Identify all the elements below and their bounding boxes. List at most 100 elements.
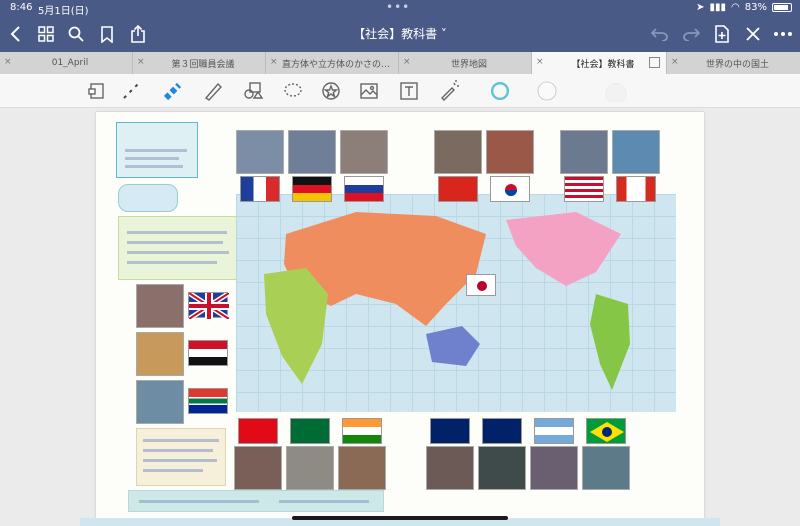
flag-brazil [586,418,626,444]
photo-egypt [136,332,184,376]
photo-russia [340,130,388,174]
search-icon[interactable] [64,22,88,46]
flag-uk [187,290,231,322]
photo-turkey [234,446,282,490]
photo-france [236,130,284,174]
share-icon[interactable] [126,22,150,46]
flag-korea [490,176,530,202]
footer-band [128,490,384,512]
tab-social-textbook[interactable]: × 【社会】教科書 [532,52,667,74]
explanation-box [118,216,238,280]
wifi-icon: ◠ [731,2,740,13]
north-america-shape [506,212,621,286]
flag-russia [344,176,384,202]
flag-south-africa [188,388,228,414]
photo-argentina [530,446,578,490]
tab-label: 01_April [51,58,89,68]
tab-label: 世界地図 [450,59,487,70]
speech-bubble [118,184,178,212]
africa-shape [264,268,328,384]
note-box [136,428,226,486]
south-america-shape [590,294,630,390]
text-tool-icon[interactable] [396,79,422,103]
home-indicator[interactable] [292,516,508,520]
laser-pointer-icon[interactable] [436,79,462,103]
flag-new-zealand [482,418,522,444]
tab-bar: × 01_April × 第３回職員会議 × 直方体や立方体のかさの… × 世界… [0,52,800,74]
battery-icon [772,3,792,12]
tab-cuboid-volume[interactable]: × 直方体や立方体のかさの… [266,52,399,74]
read-only-mode-icon[interactable] [84,79,110,103]
flag-japan [466,274,496,296]
continents [264,212,630,390]
photo-germany [288,130,336,174]
pen-color-ring[interactable] [486,77,514,105]
battery-percent: 83% [744,2,767,13]
flag-canada [616,176,656,202]
bookmark-icon[interactable] [95,22,119,46]
shapes-tool-icon[interactable] [240,79,266,103]
tab-close-icon[interactable]: × [137,57,145,67]
location-icon: ➤ [696,2,705,13]
flag-australia [430,418,470,444]
sticker-tool-icon[interactable] [318,79,344,103]
eraser-tool-icon[interactable] [200,79,226,103]
multitask-dots[interactable]: ••• [386,0,410,14]
highlighter-tool-icon[interactable] [160,79,186,103]
grid-icon[interactable] [34,22,58,46]
document-title[interactable]: 【社会】教科書 ˅ [320,25,480,42]
photo-brazil [582,446,630,490]
close-icon[interactable] [741,22,765,46]
tab-close-icon[interactable]: × [403,57,411,67]
tab-staff-meeting[interactable]: × 第３回職員会議 [133,52,266,74]
image-tool-icon[interactable] [356,79,382,103]
tab-label: 世界の中の国土 [705,59,769,70]
tab-01-april[interactable]: × 01_April [0,52,133,74]
tab-split-icon[interactable] [649,57,660,68]
photo-korea [486,130,534,174]
more-icon[interactable] [771,22,795,46]
top-bar: 8:46 5月1日(日) ••• ➤ ▮▮▮ ◠ 83% 【社会】教科書 ˅ [0,0,800,52]
lasso-tool-icon[interactable] [280,79,306,103]
textbook-page[interactable] [96,112,704,518]
redo-icon[interactable] [679,22,703,46]
flag-saudi-arabia [290,418,330,444]
signal-icon: ▮▮▮ [709,2,727,13]
flag-argentina [534,418,574,444]
tab-world-map[interactable]: × 世界地図 [399,52,532,74]
flag-germany [292,176,332,202]
caption-card [116,122,198,178]
tab-close-icon[interactable]: × [536,57,544,67]
new-page-icon[interactable] [710,22,734,46]
flag-egypt [188,340,228,366]
status-time: 8:46 [10,2,33,13]
tab-close-icon[interactable]: × [270,57,278,67]
photo-australia [426,446,474,490]
photo-china [434,130,482,174]
flag-usa [564,176,604,202]
photo-south-africa [136,380,184,424]
flag-india [342,418,382,444]
photo-india [338,446,386,490]
photo-new-zealand [478,446,526,490]
status-right: ➤ ▮▮▮ ◠ 83% [696,2,792,13]
tab-national-land[interactable]: × 世界の中の国土 [667,52,800,74]
photo-uk [136,284,184,328]
tab-label: 【社会】教科書 [571,59,635,70]
status-date: 5月1日(日) [38,6,89,17]
flag-france [240,176,280,202]
pen-size-medium[interactable] [530,74,564,108]
pen-size-large[interactable] [586,74,646,108]
tab-label: 第３回職員会議 [171,59,235,70]
pen-tool-icon[interactable] [118,79,144,103]
chevron-left-icon[interactable] [4,22,28,46]
flag-china [438,176,478,202]
tab-close-icon[interactable]: × [4,57,12,67]
photo-saudi-arabia [286,446,334,490]
flag-turkey [238,418,278,444]
tab-close-icon[interactable]: × [671,57,679,67]
undo-icon[interactable] [648,22,672,46]
tab-label: 直方体や立方体のかさの… [281,59,390,70]
photo-canada [612,130,660,174]
oceania-shape [426,326,480,366]
